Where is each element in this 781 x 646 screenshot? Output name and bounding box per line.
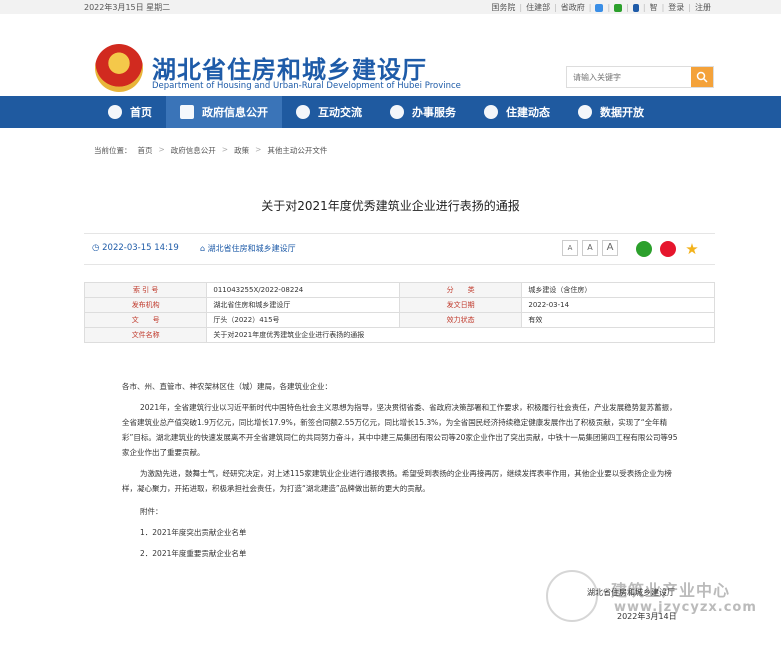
weibo-icon[interactable] [595, 3, 604, 12]
table-row: 文 号厅头（2022）415号 效力状态 有效 [83, 312, 715, 328]
table-row: 文件名称 关于对2021年度优秀建筑业企业进行表扬的通报 [83, 327, 715, 343]
breadcrumb: 当前位置： 首页 > 政府信息公开 > 政策 > 其他主动公开文件 [94, 145, 328, 156]
crumb-policy[interactable]: 政策 [234, 145, 249, 156]
crumb-home[interactable]: 首页 [138, 145, 153, 156]
nav-interaction[interactable]: 互动交流 [282, 96, 376, 128]
article-meta: ◷ 2022-03-15 14:19 ⌂ 湖北省住房和城乡建设厅 A A A ★ [84, 233, 715, 265]
site-title-en: Department of Housing and Urban-Rural De… [152, 81, 461, 91]
font-large-button[interactable]: A [602, 240, 618, 256]
main-nav: 首页 政府信息公开 互动交流 办事服务 住建动态 数据开放 [0, 96, 781, 128]
nav-data[interactable]: 数据开放 [564, 96, 658, 128]
salutation: 各市、州、直管市、神农架林区住（城）建局，各建筑业企业： [122, 382, 332, 391]
link-zhujianbu[interactable]: 住建部 [526, 2, 550, 13]
link-zhi[interactable]: 智 [650, 2, 658, 13]
crumb-gov-info[interactable]: 政府信息公开 [171, 145, 216, 156]
wechat-share-icon[interactable] [636, 241, 652, 257]
mobile-icon[interactable] [632, 3, 639, 12]
attachment-label: 附件： [140, 507, 163, 516]
table-row: 索 引 号 011043255X/2022-08224 分 类城乡建设（含住房） [83, 282, 715, 298]
paragraph: 2021年，全省建筑行业以习近平新时代中国特色社会主义思想为指导，坚决贯彻省委、… [122, 403, 678, 457]
favorite-star-icon[interactable]: ★ [684, 241, 700, 257]
link-guowuyuan[interactable]: 国务院 [491, 2, 515, 13]
signature-date: 2022年3月14日 [617, 612, 677, 621]
top-bar: 2022年3月15日 星期二 国务院 | 住建部 | 省政府 | | | | 智 | 登… [0, 0, 781, 14]
search-input[interactable] [567, 67, 691, 87]
table-row: 发布机构 湖北省住房和城乡建设厅 发文日期 2022-03-14 [83, 297, 715, 313]
national-emblem-icon [95, 44, 143, 92]
search-button[interactable] [691, 67, 713, 87]
weibo-share-icon[interactable] [660, 241, 676, 257]
pie-chart-icon [578, 105, 592, 119]
crumb-other[interactable]: 其他主动公开文件 [267, 145, 327, 156]
nav-services[interactable]: 办事服务 [376, 96, 470, 128]
top-links: 国务院 | 住建部 | 省政府 | | | | 智 | 登录 | 注册 [491, 2, 711, 13]
nav-news[interactable]: 住建动态 [470, 96, 564, 128]
publish-time: ◷ 2022-03-15 14:19 [92, 243, 179, 253]
user-icon [390, 105, 404, 119]
link-shengzhengfu[interactable]: 省政府 [561, 2, 585, 13]
page-title: 关于对2021年度优秀建筑业企业进行表扬的通报 [261, 199, 520, 213]
attachment-link[interactable]: 2．2021年度重要贡献企业名单 [122, 546, 682, 561]
home-icon [108, 105, 122, 119]
site-header: 湖北省住房和城乡建设厅 Department of Housing and Ur… [0, 14, 781, 96]
font-small-button[interactable]: A [562, 240, 578, 256]
article-body: 各市、州、直管市、神农架林区住（城）建局，各建筑业企业： 2021年，全省建筑行… [122, 379, 682, 567]
nav-gov-info[interactable]: 政府信息公开 [166, 96, 282, 128]
chat-icon [296, 105, 310, 119]
register-link[interactable]: 注册 [695, 2, 711, 13]
font-medium-button[interactable]: A [582, 240, 598, 256]
signature: 湖北省住房和城乡建设厅 [587, 588, 675, 597]
wechat-icon[interactable] [614, 3, 623, 12]
search-icon [696, 71, 708, 83]
publisher: ⌂ 湖北省住房和城乡建设厅 [200, 244, 296, 253]
current-date: 2022年3月15日 星期二 [84, 3, 171, 12]
info-table: 索 引 号 011043255X/2022-08224 分 类城乡建设（含住房） … [83, 282, 715, 343]
document-icon [180, 105, 194, 119]
login-link[interactable]: 登录 [668, 2, 684, 13]
nav-home[interactable]: 首页 [94, 96, 166, 128]
news-icon [484, 105, 498, 119]
site-title[interactable]: 湖北省住房和城乡建设厅 [152, 50, 427, 85]
search-box [566, 66, 714, 88]
paragraph: 为激励先进，鼓舞士气，经研究决定，对上述115家建筑业企业进行通报表扬。希望受到… [122, 469, 672, 493]
attachment-link[interactable]: 1．2021年度突出贡献企业名单 [122, 525, 682, 540]
